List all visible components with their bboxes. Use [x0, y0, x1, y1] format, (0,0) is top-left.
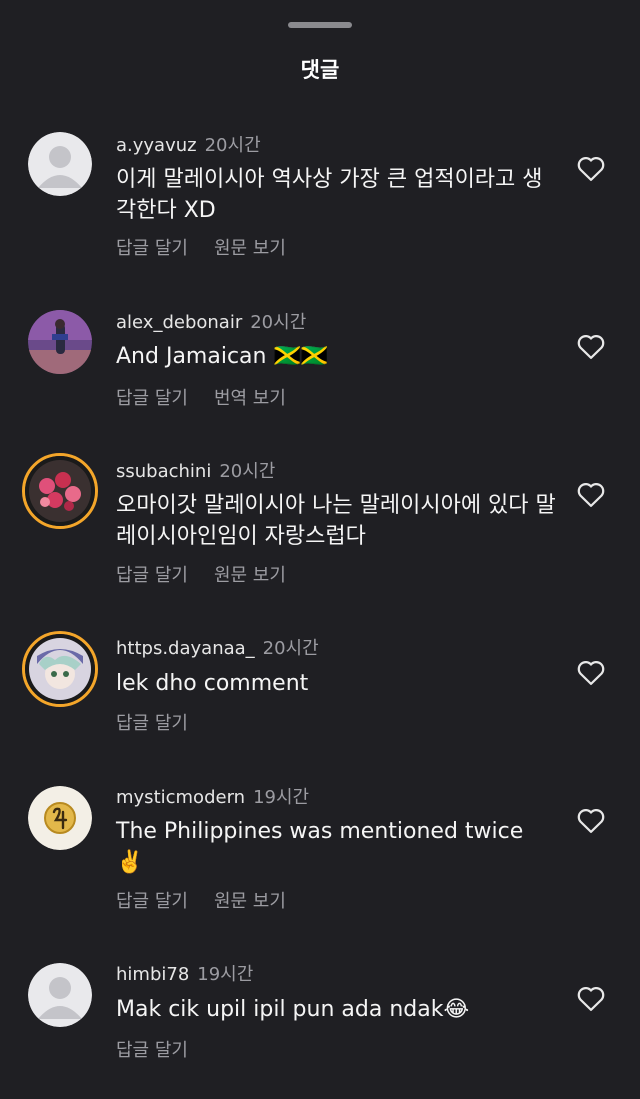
timestamp: 20시간 [204, 135, 261, 156]
drag-handle[interactable] [288, 22, 352, 28]
comment-meta: https.dayanaa_ 20시간 [116, 634, 319, 660]
timestamp: 19시간 [197, 964, 254, 985]
timestamp: 20시간 [219, 461, 276, 482]
jupiter-symbol-avatar[interactable] [28, 786, 92, 850]
comment-actions: 답글 달기 원문 보기 [116, 234, 312, 260]
heart-outline-icon[interactable] [576, 658, 606, 686]
heart-outline-icon[interactable] [576, 984, 606, 1012]
username[interactable]: a.yyavuz [116, 135, 197, 156]
timestamp: 20시간 [262, 638, 319, 659]
page-title: 댓글 [300, 58, 340, 82]
default-avatar[interactable] [28, 132, 92, 196]
comment-meta: mysticmodern 19시간 [116, 783, 309, 809]
comment-meta: himbi78 19시간 [116, 960, 253, 986]
reply-button[interactable]: 답글 달기 [116, 1040, 188, 1061]
photo-avatar[interactable] [28, 310, 92, 374]
comment-meta: alex_debonair 20시간 [116, 308, 306, 334]
view-original-button[interactable]: 원문 보기 [214, 238, 286, 259]
comment-actions: 답글 달기 [116, 709, 214, 735]
comment-text: And Jamaican 🇯🇲🇯🇲 [116, 344, 329, 369]
comment-text: lek dho comment [116, 671, 309, 696]
view-original-button[interactable]: 원문 보기 [214, 565, 286, 586]
heart-outline-icon[interactable] [576, 480, 606, 508]
heart-outline-icon[interactable] [576, 806, 606, 834]
username[interactable]: alex_debonair [116, 312, 242, 333]
comment-meta: a.yyavuz 20시간 [116, 131, 261, 157]
comment-text: Mak cik upil ipil pun ada ndak😂 [116, 997, 470, 1022]
comment-text: The Philippines was mentioned twice ✌️ [116, 819, 524, 875]
heart-outline-icon[interactable] [576, 154, 606, 182]
comment-actions: 답글 달기 [116, 1036, 214, 1062]
comment-meta: ssubachini 20시간 [116, 457, 275, 483]
comment-text: 이게 말레이시아 역사상 가장 큰 업적이라고 생각한다 XD [116, 167, 543, 223]
see-translation-button[interactable]: 번역 보기 [214, 388, 286, 409]
comment-text: 오마이갓 말레이시아 나는 말레이시아에 있다 말레이시아인임이 자랑스럽다 [116, 493, 556, 549]
username[interactable]: himbi78 [116, 964, 189, 985]
comment-actions: 답글 달기 번역 보기 [116, 384, 312, 410]
roses-avatar[interactable] [22, 453, 98, 529]
default-avatar[interactable] [28, 963, 92, 1027]
reply-button[interactable]: 답글 달기 [116, 891, 188, 912]
reply-button[interactable]: 답글 달기 [116, 238, 188, 259]
username[interactable]: ssubachini [116, 461, 211, 482]
comment-actions: 답글 달기 원문 보기 [116, 887, 312, 913]
timestamp: 20시간 [250, 312, 307, 333]
reply-button[interactable]: 답글 달기 [116, 565, 188, 586]
heart-outline-icon[interactable] [576, 332, 606, 360]
reply-button[interactable]: 답글 달기 [116, 388, 188, 409]
anime-avatar[interactable] [22, 631, 98, 707]
username[interactable]: mysticmodern [116, 787, 245, 808]
reply-button[interactable]: 답글 달기 [116, 713, 188, 734]
comment-actions: 답글 달기 원문 보기 [116, 561, 312, 587]
username[interactable]: https.dayanaa_ [116, 638, 255, 659]
timestamp: 19시간 [253, 787, 310, 808]
view-original-button[interactable]: 원문 보기 [214, 891, 286, 912]
